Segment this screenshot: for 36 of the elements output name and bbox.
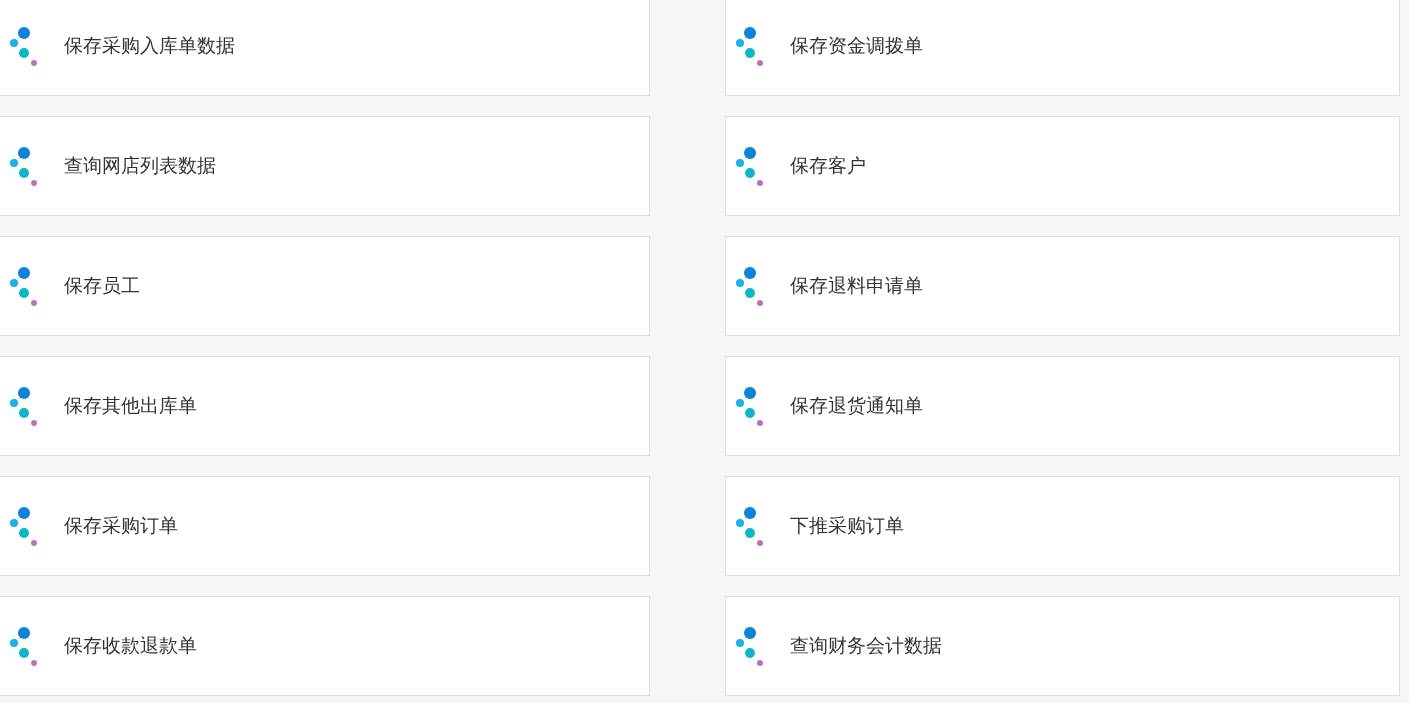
task-card[interactable]: 保存采购入库单数据 [0, 0, 650, 96]
task-label: 保存员工 [64, 273, 140, 298]
dots-icon [736, 386, 766, 426]
task-card[interactable]: 下推采购订单 [725, 476, 1400, 576]
task-label: 保存收款退款单 [64, 633, 197, 658]
dots-icon [736, 506, 766, 546]
task-label: 保存采购订单 [64, 513, 178, 538]
task-card[interactable]: 保存资金调拨单 [725, 0, 1400, 96]
task-card[interactable]: 保存其他出库单 [0, 356, 650, 456]
task-label: 保存其他出库单 [64, 393, 197, 418]
dots-icon [736, 26, 766, 66]
task-card[interactable]: 保存收款退款单 [0, 596, 650, 696]
task-label: 保存客户 [790, 153, 866, 178]
task-label: 保存采购入库单数据 [64, 33, 235, 58]
dots-icon [10, 26, 40, 66]
task-card[interactable]: 保存退货通知单 [725, 356, 1400, 456]
task-card[interactable]: 保存员工 [0, 236, 650, 336]
task-label: 保存退货通知单 [790, 393, 923, 418]
task-card[interactable]: 查询网店列表数据 [0, 116, 650, 216]
dots-icon [736, 146, 766, 186]
dots-icon [10, 506, 40, 546]
dots-icon [10, 626, 40, 666]
dots-icon [736, 266, 766, 306]
task-label: 查询网店列表数据 [64, 153, 216, 178]
task-label: 保存退料申请单 [790, 273, 923, 298]
task-card[interactable]: 保存客户 [725, 116, 1400, 216]
task-label: 下推采购订单 [790, 513, 904, 538]
dots-icon [10, 146, 40, 186]
task-label: 保存资金调拨单 [790, 33, 923, 58]
dots-icon [10, 386, 40, 426]
dots-icon [10, 266, 40, 306]
task-label: 查询财务会计数据 [790, 633, 942, 658]
task-card[interactable]: 保存退料申请单 [725, 236, 1400, 336]
dots-icon [736, 626, 766, 666]
task-card[interactable]: 保存采购订单 [0, 476, 650, 576]
task-card[interactable]: 查询财务会计数据 [725, 596, 1400, 696]
